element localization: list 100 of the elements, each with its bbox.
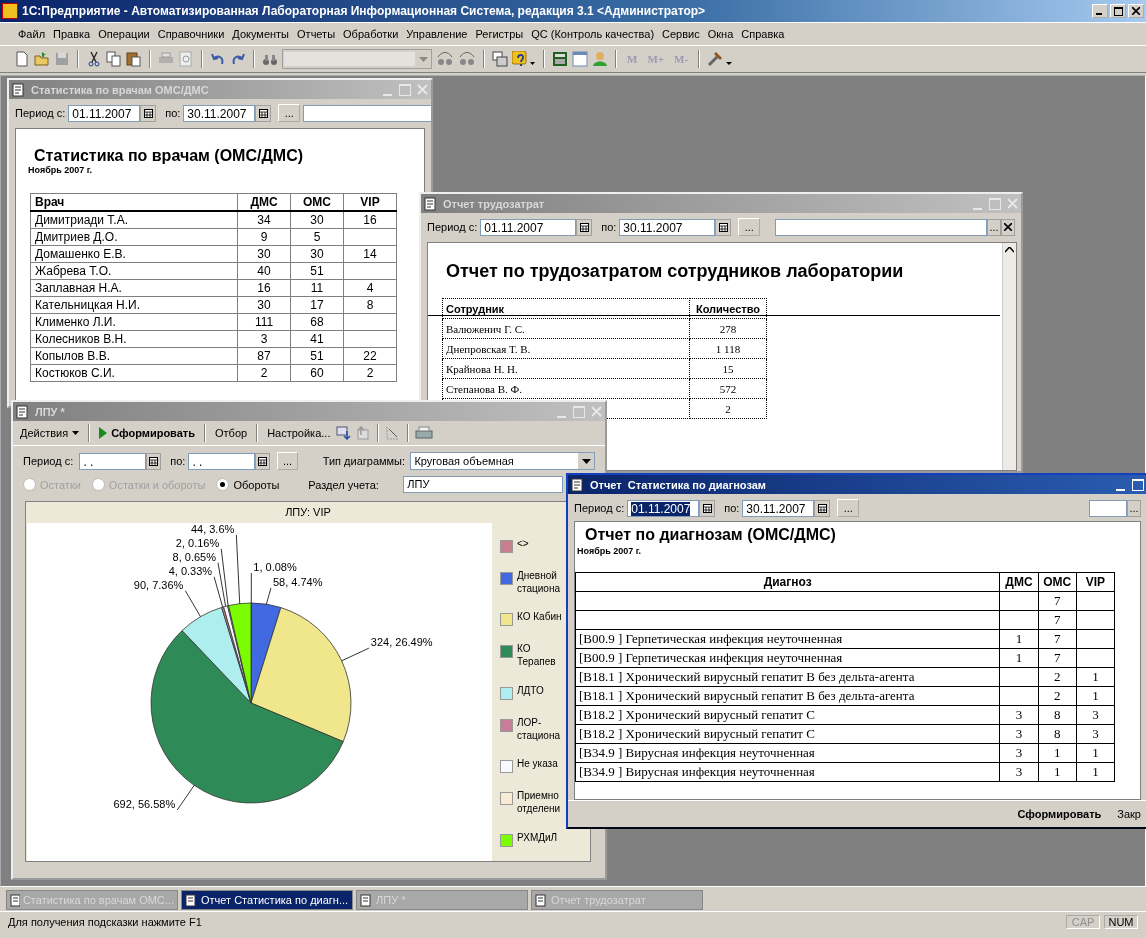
window-title: Статистика по врачам ОМС/ДМС xyxy=(31,83,209,96)
table-cell: 1 xyxy=(1076,762,1115,782)
table-cell: 17 xyxy=(290,296,344,314)
table-cell: 68 xyxy=(290,313,344,331)
table-cell: Колесников В.Н. xyxy=(30,330,238,348)
table-cell: 3 xyxy=(999,724,1039,744)
key-indicator: CAP xyxy=(1066,915,1100,929)
table-cell: [B00.9 ] Герпетическая инфекция неуточненная xyxy=(575,648,1000,668)
table-cell: 41 xyxy=(290,330,344,348)
data-label: 2, 0.16% xyxy=(175,536,220,549)
window-title: Отчет Статистика по диагнозам xyxy=(590,478,766,491)
legend-label: Не указа xyxy=(517,757,559,771)
legend-label: Дневной стациона xyxy=(517,568,561,595)
data-label: 692, 56.58% xyxy=(113,798,176,810)
table-cell: 87 xyxy=(237,347,291,365)
table-cell: Домашенко Е.В. xyxy=(30,245,238,263)
table-cell: 1 xyxy=(1038,743,1077,763)
column-header: ДМС xyxy=(999,572,1039,592)
table-cell: 1 xyxy=(1038,762,1077,782)
table-cell: 3 xyxy=(1076,724,1115,744)
table-cell: 7 xyxy=(1038,629,1077,649)
report-title: Статистика по врачам (ОМС/ДМС) xyxy=(34,147,305,165)
period-label: Период с: xyxy=(23,455,75,467)
table-cell: 7 xyxy=(1038,610,1077,630)
table-cell: [B34.9 ] Вирусная инфекция неуточненная xyxy=(575,743,1000,763)
table-cell: Заплавная Н.А. xyxy=(30,279,238,297)
table-cell: 4 xyxy=(343,279,397,297)
table-cell: 30 xyxy=(237,245,291,263)
chart-type-label: Тип диаграммы: xyxy=(322,455,407,467)
table-cell: 2 xyxy=(1038,667,1077,687)
column-header: ОМС xyxy=(1038,572,1077,592)
status-hint: Для получения подсказки нажмите F1 xyxy=(8,916,203,928)
table-cell: Жабрева Т.О. xyxy=(30,262,238,280)
column-header: VIP xyxy=(1076,572,1115,592)
table-cell: [B00.9 ] Герпетическая инфекция неуточненная xyxy=(575,629,1000,649)
table-cell: 8 xyxy=(343,296,397,314)
report-subtitle: Ноябрь 2007 г. xyxy=(577,546,643,556)
table-cell: [B34.9 ] Вирусная инфекция неуточненная xyxy=(575,762,1000,782)
table-cell: 2 xyxy=(343,364,397,382)
table-cell: 3 xyxy=(237,330,291,348)
legend-label: РХМДиЛ xyxy=(517,831,559,844)
window-title: 1С:Предприятие - Автоматизированная Лабораторная Информационная Система, редакция 3.1 <Администратор> xyxy=(22,4,706,18)
table-cell: 1 xyxy=(999,629,1039,649)
legend-label: <> xyxy=(517,536,530,550)
period-label: Период с: xyxy=(15,107,66,119)
column-header: ОМС xyxy=(290,193,344,211)
table-cell: 3 xyxy=(1076,705,1115,725)
table-cell: 3 xyxy=(999,762,1039,782)
section-label: Раздел учета: xyxy=(308,478,380,491)
data-label: 8, 0.65% xyxy=(172,550,216,563)
period-label: Период с: xyxy=(574,502,625,514)
data-label: 324, 26.49% xyxy=(370,636,433,649)
table-cell: [B18.2 ] Хронический вирусный гепатит C xyxy=(575,724,1000,744)
table-cell: 1 118 xyxy=(689,338,767,359)
table-cell: 5 xyxy=(290,228,344,246)
table-cell: 3 xyxy=(999,705,1039,725)
legend-label: ЛОР-стациона xyxy=(517,715,561,742)
table-cell: Крайнова Н. Н. xyxy=(442,358,690,379)
table-cell: 572 xyxy=(689,378,767,399)
table-cell: 11 xyxy=(290,279,344,297)
column-header: ДМС xyxy=(237,193,291,211)
table-cell: Димитриади Т.А. xyxy=(30,211,238,229)
report-title: Отчет по диагнозам (ОМС/ДМС) xyxy=(585,526,837,544)
table-cell: 51 xyxy=(290,347,344,365)
table-cell: 1 xyxy=(1076,743,1115,763)
table-cell: 30 xyxy=(237,296,291,314)
table-cell: 9 xyxy=(237,228,291,246)
table-cell: 278 xyxy=(689,318,767,339)
window-title: ЛПУ * xyxy=(35,405,65,418)
window-title: Отчет трудозатрат xyxy=(443,197,545,210)
report-subtitle: Ноябрь 2007 г. xyxy=(28,165,94,175)
data-label: 4, 0.33% xyxy=(168,564,213,577)
legend-label: КО Терапев xyxy=(517,642,557,669)
table-cell: 22 xyxy=(343,347,397,365)
data-label: 90, 7.36% xyxy=(133,578,184,591)
table-cell: 34 xyxy=(237,211,291,229)
table-cell: 1 xyxy=(999,648,1039,668)
table-cell: 7 xyxy=(1038,648,1077,668)
table-cell: Валюженич Г. С. xyxy=(442,318,690,339)
table-cell: 16 xyxy=(237,279,291,297)
period-label: по: xyxy=(170,455,186,467)
table-cell: 30 xyxy=(290,211,344,229)
key-indicator: NUM xyxy=(1104,915,1138,929)
table-cell: Степанова В. Ф. xyxy=(442,378,690,399)
table-cell: Копылов В.В. xyxy=(30,347,238,365)
table-cell: 7 xyxy=(1038,591,1077,611)
table-cell: [B18.1 ] Хронический вирусный гепатит B без дельта-агента xyxy=(575,667,1000,687)
column-header: Диагноз xyxy=(575,572,1000,592)
legend-label: ЛДТО xyxy=(517,683,545,697)
legend-label: КО Кабин xyxy=(517,610,563,624)
table-cell: [B18.2 ] Хронический вирусный гепатит C xyxy=(575,705,1000,725)
table-cell: 2 xyxy=(237,364,291,382)
table-cell: 51 xyxy=(290,262,344,280)
period-label: Период с: xyxy=(427,221,478,233)
table-cell: 8 xyxy=(1038,705,1077,725)
table-cell: 1 xyxy=(1076,686,1115,706)
column-header: VIP xyxy=(343,193,397,211)
period-label: по: xyxy=(165,107,181,119)
data-label: 44, 3.6% xyxy=(190,523,235,535)
table-cell: Клименко Л.И. xyxy=(30,313,238,331)
